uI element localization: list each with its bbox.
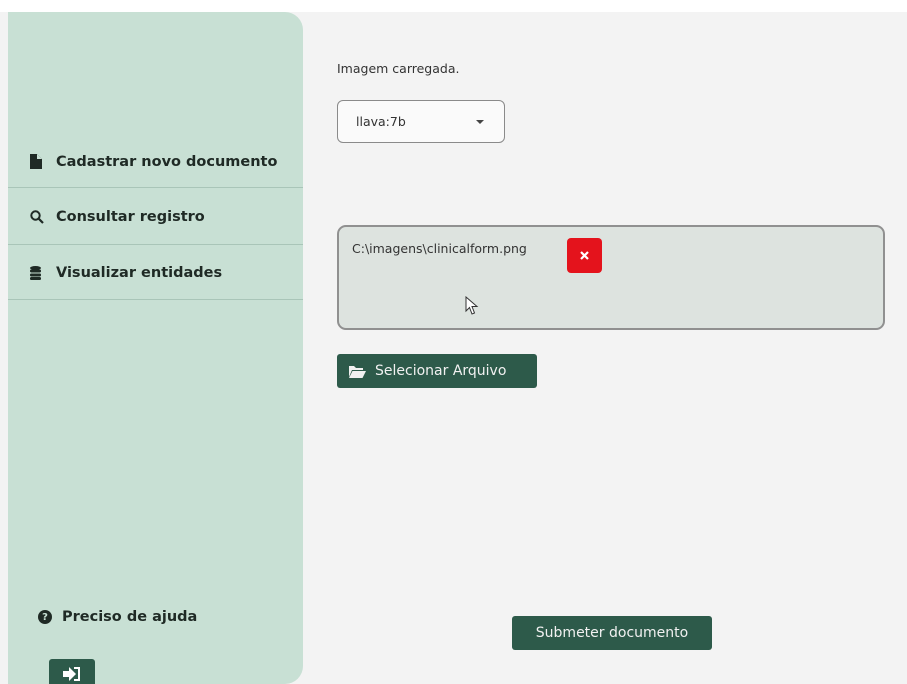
sign-out-icon xyxy=(63,666,81,684)
database-icon xyxy=(30,265,50,281)
top-strip xyxy=(0,0,907,12)
model-select-value: llava:7b xyxy=(356,114,406,129)
submit-document-button[interactable]: Submeter documento xyxy=(512,616,712,650)
close-icon xyxy=(580,248,589,264)
remove-file-button[interactable] xyxy=(567,238,602,273)
file-path: C:\imagens\clinicalform.png xyxy=(352,241,527,256)
logout-button[interactable] xyxy=(49,659,95,684)
select-file-button[interactable]: Selecionar Arquivo xyxy=(337,354,537,388)
folder-open-icon xyxy=(349,365,366,378)
sidebar-item-visualizar[interactable]: Visualizar entidades xyxy=(8,246,303,300)
select-file-label: Selecionar Arquivo xyxy=(375,363,507,379)
chevron-down-icon xyxy=(476,119,484,124)
model-select[interactable]: llava:7b xyxy=(337,100,505,143)
help-link[interactable]: ? Preciso de ajuda xyxy=(38,609,197,625)
status-text: Imagem carregada. xyxy=(337,61,460,76)
file-drop-area[interactable]: C:\imagens\clinicalform.png xyxy=(337,225,885,330)
sidebar-item-cadastrar[interactable]: Cadastrar novo documento xyxy=(8,132,303,188)
sidebar: Cadastrar novo documento Consultar regis… xyxy=(8,12,303,684)
question-circle-icon: ? xyxy=(38,610,52,624)
file-icon xyxy=(30,152,50,169)
search-icon xyxy=(30,209,50,225)
help-label: Preciso de ajuda xyxy=(62,609,198,625)
submit-document-label: Submeter documento xyxy=(535,625,689,641)
mouse-cursor-icon xyxy=(465,295,479,320)
sidebar-item-label: Consultar registro xyxy=(56,208,205,225)
sidebar-item-label: Cadastrar novo documento xyxy=(56,153,278,170)
sidebar-item-consultar[interactable]: Consultar registro xyxy=(8,189,303,245)
sidebar-item-label: Visualizar entidades xyxy=(56,264,223,281)
